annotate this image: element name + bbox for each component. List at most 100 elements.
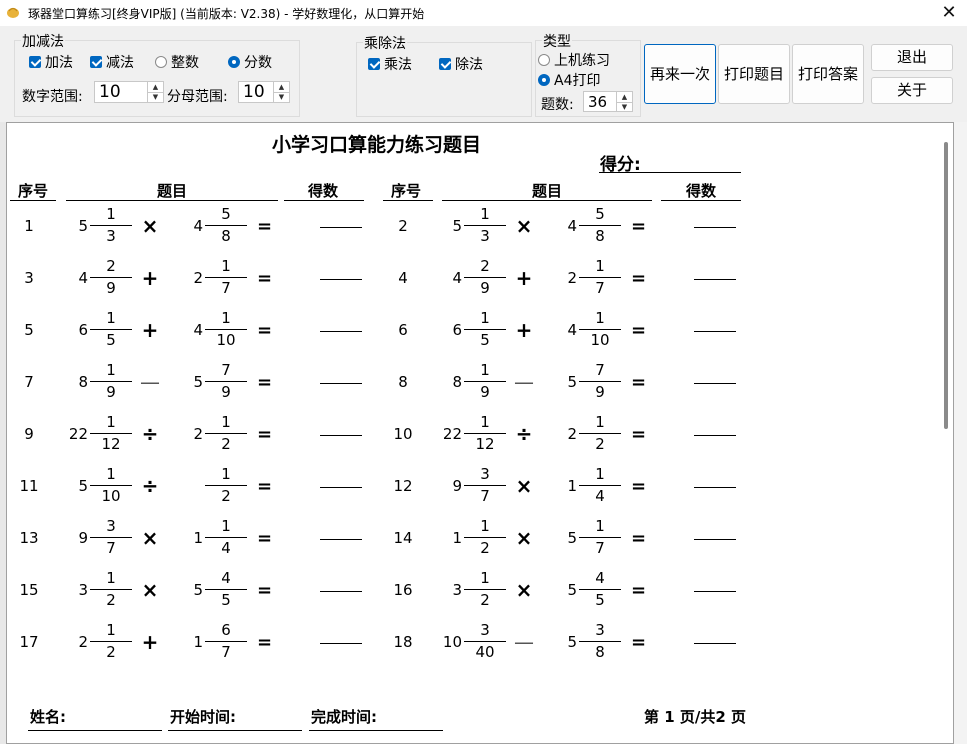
fraction-bar	[205, 641, 247, 642]
fraction: 45	[205, 569, 247, 610]
operator: ÷	[515, 422, 533, 446]
fraction-bar	[90, 589, 132, 590]
print-answers-button[interactable]: 打印答案	[792, 44, 864, 104]
denominator: 2	[480, 539, 490, 557]
fraction: 58	[205, 205, 247, 246]
numerator: 5	[221, 205, 231, 223]
numerator: 6	[221, 621, 231, 639]
denominator-range-stepper[interactable]: 10 ▲ ▼	[238, 81, 290, 103]
sub-checkbox[interactable]: 减法	[90, 52, 134, 72]
number-range-stepper[interactable]: 10 ▲ ▼	[94, 81, 164, 103]
add-checkbox[interactable]: 加法	[29, 52, 73, 72]
spin-down-icon[interactable]: ▼	[273, 92, 289, 102]
whole-part: 6	[452, 321, 462, 339]
fraction: 29	[464, 257, 506, 298]
denominator: 5	[595, 591, 605, 609]
question-count-label: 题数:	[541, 97, 574, 113]
a4-print-label: A4打印	[554, 73, 601, 89]
numerator: 1	[106, 569, 116, 587]
fraction-bar	[205, 381, 247, 382]
fraction-bar	[90, 641, 132, 642]
whole-part: 1	[567, 477, 577, 495]
numerator: 7	[595, 361, 605, 379]
numerator: 1	[106, 361, 116, 379]
name-line	[28, 730, 162, 731]
whole-part: 1	[452, 529, 462, 547]
integer-radio-label: 整数	[171, 55, 199, 71]
fraction-bar	[579, 589, 621, 590]
whole-part: 5	[567, 373, 577, 391]
problem-number: 6	[398, 321, 408, 339]
fraction: 37	[464, 465, 506, 506]
answer-blank	[694, 279, 736, 280]
numerator: 7	[221, 361, 231, 379]
denominator: 2	[221, 435, 231, 453]
fraction: 15	[464, 309, 506, 350]
fraction-bar	[90, 225, 132, 226]
problem-number: 13	[19, 529, 39, 547]
fraction: 38	[579, 621, 621, 662]
fraction: 79	[579, 361, 621, 402]
fraction: 12	[579, 413, 621, 454]
answer-blank	[694, 227, 736, 228]
radio-off-icon	[538, 54, 550, 66]
fraction: 12	[464, 569, 506, 610]
close-button[interactable]: ✕	[936, 2, 962, 24]
start-time-line	[168, 730, 302, 731]
numerator: 1	[595, 309, 605, 327]
integer-radio[interactable]: 整数	[155, 52, 199, 72]
print-questions-button[interactable]: 打印题目	[718, 44, 790, 104]
start-time-label: 开始时间:	[170, 708, 236, 726]
problem-number: 1	[24, 217, 34, 235]
end-time-line	[309, 730, 443, 731]
whole-part: 1	[193, 633, 203, 651]
numerator: 2	[480, 257, 490, 275]
online-practice-radio[interactable]: 上机练习	[538, 50, 610, 70]
div-checkbox[interactable]: 除法	[439, 54, 483, 74]
whole-part: 5	[452, 217, 462, 235]
whole-part: 5	[567, 529, 577, 547]
answer-blank	[694, 591, 736, 592]
equals-sign: =	[631, 528, 647, 549]
operator: +	[141, 266, 159, 290]
numerator: 2	[106, 257, 116, 275]
about-button[interactable]: 关于	[871, 77, 953, 104]
exit-button[interactable]: 退出	[871, 44, 953, 71]
fraction-bar	[464, 433, 506, 434]
numerator: 3	[595, 621, 605, 639]
answer-blank	[320, 643, 362, 644]
answer-blank	[694, 487, 736, 488]
fraction-radio[interactable]: 分数	[228, 52, 272, 72]
answer-blank	[320, 227, 362, 228]
fraction: 17	[579, 517, 621, 558]
denominator: 2	[106, 643, 116, 661]
fraction: 12	[205, 413, 247, 454]
fraction: 37	[90, 517, 132, 558]
add-checkbox-label: 加法	[45, 55, 73, 71]
fraction-bar	[90, 329, 132, 330]
vertical-scrollbar[interactable]	[944, 142, 948, 429]
question-count-value: 36	[588, 93, 608, 111]
whole-part: 4	[193, 217, 203, 235]
name-label: 姓名:	[30, 708, 66, 726]
denominator: 2	[595, 435, 605, 453]
spin-down-icon[interactable]: ▼	[616, 102, 632, 112]
numerator: 1	[595, 517, 605, 535]
spin-down-icon[interactable]: ▼	[147, 92, 163, 102]
numerator: 1	[221, 517, 231, 535]
numerator: 5	[595, 205, 605, 223]
numerator: 1	[595, 413, 605, 431]
checked-icon	[368, 58, 380, 70]
problem-number: 4	[398, 269, 408, 287]
mul-checkbox[interactable]: 乘法	[368, 54, 412, 74]
whole-part: 5	[567, 633, 577, 651]
problem-number: 16	[393, 581, 413, 599]
again-button[interactable]: 再来一次	[644, 44, 716, 104]
denominator: 2	[480, 591, 490, 609]
a4-print-radio[interactable]: A4打印	[538, 70, 600, 90]
question-count-stepper[interactable]: 36 ▲ ▼	[583, 91, 633, 112]
numerator: 1	[480, 361, 490, 379]
operator: ×	[515, 474, 533, 498]
fraction-bar	[205, 329, 247, 330]
header-underline	[661, 200, 741, 201]
